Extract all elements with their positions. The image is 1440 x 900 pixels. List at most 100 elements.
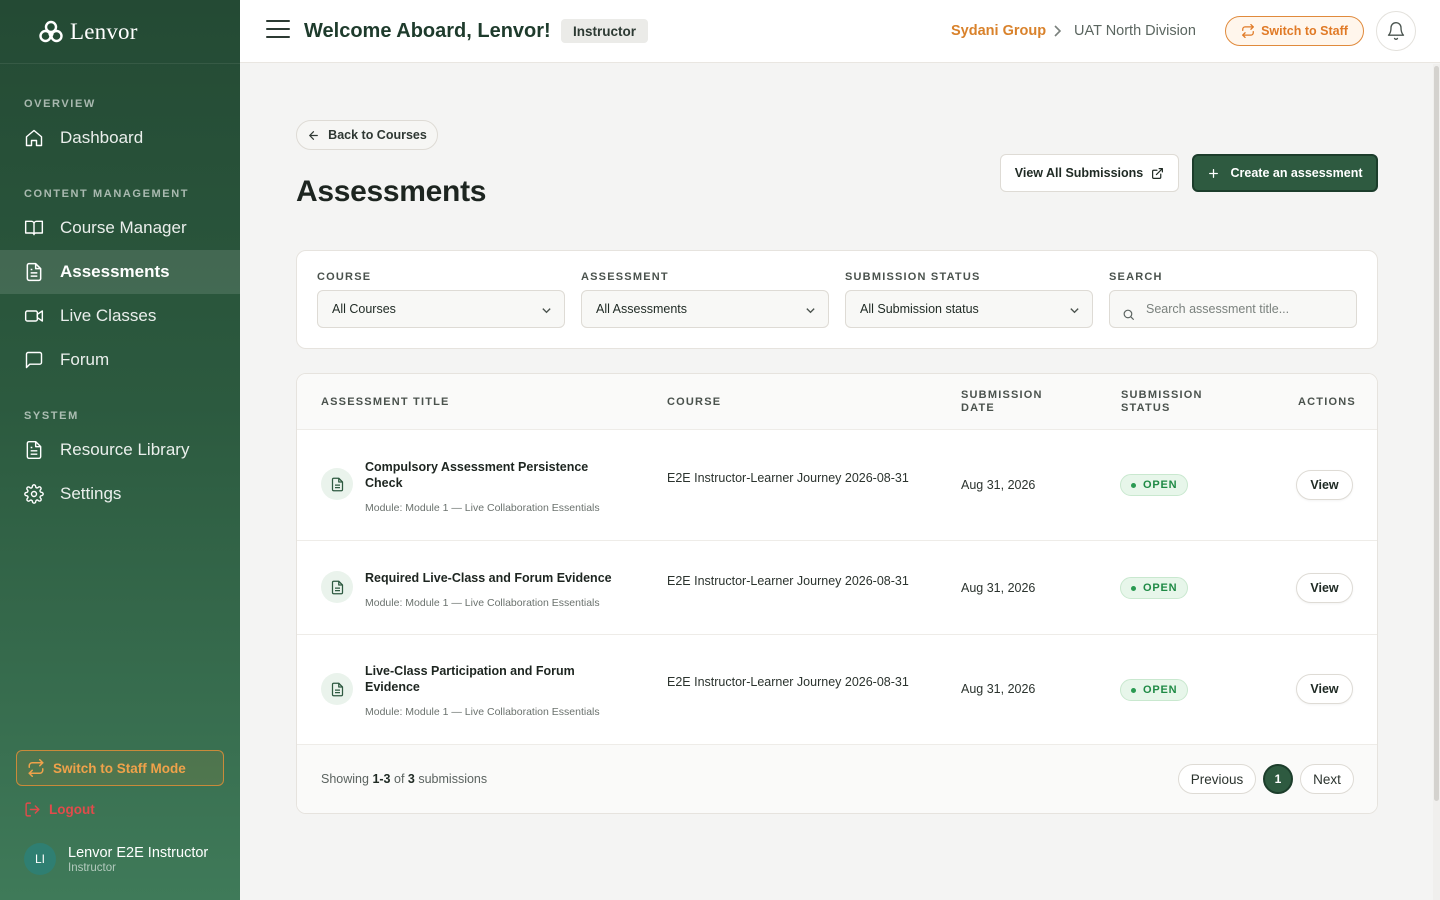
sidebar-item-settings[interactable]: Settings [0, 472, 240, 516]
status-badge-label: OPEN [1143, 479, 1178, 491]
breadcrumb-org[interactable]: Sydani Group [951, 23, 1046, 39]
pagination-bar: Showing 1-3 of 3 submissions Previous 1 … [297, 745, 1377, 813]
breadcrumb-division: UAT North Division [1074, 23, 1196, 39]
assessment-title[interactable]: Required Live-Class and Forum Evidence [365, 570, 625, 586]
status-badge: OPEN [1120, 679, 1189, 701]
switch-to-staff-label: Switch to Staff [1261, 24, 1348, 38]
nav-section-overview: OVERVIEW [24, 98, 96, 110]
assessment-select[interactable]: All Assessments [581, 290, 829, 328]
home-icon [25, 129, 43, 147]
col-submission-status-line1: SUBMISSION [1121, 389, 1203, 401]
notifications-button[interactable] [1376, 11, 1416, 51]
course-select[interactable]: All Courses [317, 290, 565, 328]
brand-logo[interactable]: Lenvor [0, 0, 240, 64]
search-input[interactable]: Search assessment title... [1109, 290, 1357, 328]
plus-icon [1209, 168, 1219, 178]
back-to-courses-button[interactable]: Back to Courses [296, 120, 438, 150]
next-page-button[interactable]: Next [1300, 764, 1354, 794]
submission-date: Aug 31, 2026 [961, 581, 1036, 595]
file-icon [26, 440, 42, 460]
showing-count: Showing 1-3 of 3 submissions [321, 772, 488, 786]
sidebar-item-dashboard[interactable]: Dashboard [0, 116, 240, 160]
status-filter-label: SUBMISSION STATUS [845, 271, 981, 283]
nav-section-system: SYSTEM [24, 410, 79, 422]
logout-button[interactable]: Logout [24, 801, 95, 818]
view-all-submissions-button[interactable]: View All Submissions [1000, 154, 1179, 192]
user-profile[interactable]: LI Lenvor E2E Instructor Instructor [24, 843, 208, 875]
status-badge: OPEN [1120, 577, 1189, 599]
assessment-module: Module: Module 1 — Live Collaboration Es… [365, 597, 600, 609]
course-filter-label: COURSE [317, 271, 372, 283]
search-filter-label: SEARCH [1109, 271, 1163, 283]
status-badge-label: OPEN [1143, 684, 1178, 696]
assessment-doc-icon [321, 468, 353, 500]
sidebar-item-label: Live Classes [60, 306, 157, 325]
switch-icon [1242, 24, 1254, 38]
table-row: Compulsory Assessment Persistence Check … [297, 430, 1377, 541]
col-assessment-title: ASSESSMENT TITLE [321, 396, 450, 408]
view-button[interactable]: View [1296, 470, 1353, 500]
brand-name: Lenvor [70, 18, 138, 44]
create-assessment-button[interactable]: Create an assessment [1192, 154, 1378, 192]
assessment-module: Module: Module 1 — Live Collaboration Es… [365, 706, 600, 718]
document-icon [26, 262, 42, 282]
col-course: COURSE [667, 396, 722, 408]
status-select-value: All Submission status [860, 302, 979, 316]
assessment-module: Module: Module 1 — Live Collaboration Es… [365, 502, 600, 514]
scrollbar-thumb[interactable] [1434, 66, 1439, 801]
create-label: Create an assessment [1230, 166, 1363, 180]
video-icon [24, 310, 44, 322]
external-link-icon [1152, 167, 1164, 179]
menu-toggle-icon[interactable] [266, 20, 290, 40]
assessment-filter-label: ASSESSMENT [581, 271, 669, 283]
sidebar-item-resource-library[interactable]: Resource Library [0, 428, 240, 472]
switch-to-staff-mode-button[interactable]: Switch to Staff Mode [16, 750, 224, 786]
bell-icon [1387, 22, 1405, 40]
assessments-table: ASSESSMENT TITLE COURSE SUBMISSION DATE … [296, 373, 1378, 814]
nav-section-content: CONTENT MANAGEMENT [24, 188, 190, 200]
page-1-button[interactable]: 1 [1263, 764, 1293, 794]
top-header: Welcome Aboard, Lenvor! Instructor Sydan… [240, 0, 1440, 63]
assessment-title[interactable]: Live-Class Participation and Forum Evide… [365, 663, 605, 695]
arrow-left-icon [309, 130, 319, 140]
course-select-value: All Courses [332, 302, 396, 316]
col-submission-date: SUBMISSION DATE [961, 389, 1043, 415]
sidebar-item-label: Settings [60, 484, 122, 503]
status-badge-label: OPEN [1143, 582, 1178, 594]
col-actions: ACTIONS [1298, 396, 1356, 408]
page-title: Assessments [296, 175, 487, 208]
course-filter: COURSE All Courses [317, 271, 565, 328]
chat-icon [25, 351, 43, 369]
sidebar-item-assessments[interactable]: Assessments [0, 250, 240, 294]
col-submission-date-line2: DATE [961, 402, 995, 414]
sidebar-item-live-classes[interactable]: Live Classes [0, 294, 240, 338]
sidebar-item-label: Assessments [60, 262, 170, 281]
view-button[interactable]: View [1296, 674, 1353, 704]
view-all-label: View All Submissions [1014, 166, 1144, 180]
sidebar-item-label: Resource Library [60, 440, 190, 459]
sidebar: Lenvor OVERVIEW Dashboard CONTENT MANAGE… [0, 0, 240, 900]
status-select[interactable]: All Submission status [845, 290, 1093, 328]
view-button[interactable]: View [1296, 573, 1353, 603]
table-row: Required Live-Class and Forum Evidence M… [297, 541, 1377, 635]
previous-page-button[interactable]: Previous [1178, 764, 1256, 794]
filter-panel: COURSE All Courses ASSESSMENT All Assess… [296, 250, 1378, 349]
lenvor-logo-icon [39, 20, 63, 42]
user-role: Instructor [68, 861, 116, 874]
logout-icon [25, 802, 40, 817]
assessment-title[interactable]: Compulsory Assessment Persistence Check [365, 459, 615, 491]
search-filter: SEARCH Search assessment title... [1109, 271, 1357, 328]
chevron-right-icon [1054, 25, 1062, 37]
assessment-course: E2E Instructor-Learner Journey 2026-08-3… [667, 574, 909, 588]
gear-icon [24, 484, 44, 504]
avatar: LI [24, 843, 56, 875]
col-submission-date-line1: SUBMISSION [961, 389, 1043, 401]
submission-date: Aug 31, 2026 [961, 682, 1036, 696]
search-placeholder: Search assessment title... [1146, 302, 1290, 316]
sidebar-item-forum[interactable]: Forum [0, 338, 240, 382]
sidebar-item-label: Forum [60, 350, 110, 369]
switch-to-staff-button[interactable]: Switch to Staff [1225, 16, 1364, 46]
table-header: ASSESSMENT TITLE COURSE SUBMISSION DATE … [297, 374, 1377, 430]
sidebar-item-course-manager[interactable]: Course Manager [0, 206, 240, 250]
user-name: Lenvor E2E Instructor [68, 844, 209, 861]
